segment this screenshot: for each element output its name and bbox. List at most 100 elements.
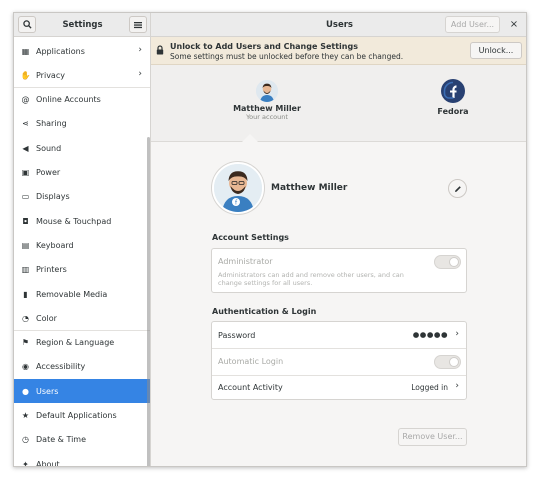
sidebar-item-region-language[interactable]: ⚑ Region & Language (14, 331, 150, 355)
account-activity-label: Account Activity (218, 383, 283, 392)
sidebar-item-label: Default Applications (36, 411, 117, 420)
sidebar-item-label: Mouse & Touchpad (36, 216, 112, 226)
sidebar-item-printers[interactable]: ▥ Printers (14, 258, 150, 282)
sidebar-item-label: Sharing (36, 119, 67, 129)
usb-icon: ▮ (23, 289, 28, 299)
sparkle-icon: ✦ (22, 459, 29, 467)
avatar-matthew[interactable]: f (212, 162, 264, 214)
hand-icon: ✋ (20, 70, 31, 80)
users-icon: ● (22, 386, 29, 396)
sidebar-title: Settings (62, 20, 103, 30)
chevron-right-icon: › (455, 381, 459, 391)
sidebar-header: Settings (14, 13, 151, 37)
user-carousel: Matthew Miller Your account Fedora (151, 65, 526, 142)
accessibility-icon: ◉ (22, 362, 29, 372)
settings-window: Settings Users Add User... × ▦ Applicatio… (13, 12, 527, 467)
account-activity-value: Logged in (411, 383, 448, 392)
pencil-icon (454, 185, 461, 192)
account-settings-card: Administrator Administrators can add and… (211, 248, 467, 293)
fedora-logo-icon (441, 79, 465, 103)
sidebar: ▦ Applications › ✋ Privacy › @ Online Accounts ⋖… (14, 37, 151, 467)
sidebar-item-online-accounts[interactable]: @ Online Accounts (14, 88, 150, 112)
sidebar-item-displays[interactable]: ▭ Displays (14, 185, 150, 209)
sidebar-scrollbar[interactable] (147, 137, 150, 466)
sidebar-item-label: Color (36, 313, 57, 323)
administrator-toggle[interactable] (434, 255, 461, 269)
unlock-button[interactable]: Unlock... (470, 42, 522, 59)
keyboard-icon: ▤ (21, 240, 30, 250)
sidebar-item-label: Removable Media (36, 289, 108, 299)
sidebar-item-label: Keyboard (36, 240, 74, 250)
automatic-login-label: Automatic Login (218, 357, 284, 366)
sidebar-item-label: Printers (36, 265, 67, 275)
sidebar-item-about[interactable]: ✦ About (14, 452, 150, 467)
battery-icon: ▣ (21, 168, 30, 177)
automatic-login-toggle[interactable] (434, 355, 461, 369)
auth-card: Password ●●●●● › Automatic Login Account… (211, 321, 467, 400)
banner-subtitle: Some settings must be unlocked before th… (170, 52, 404, 61)
banner-title: Unlock to Add Users and Change Settings (170, 42, 358, 51)
clock-icon: ◷ (22, 435, 29, 445)
sidebar-item-default-applications[interactable]: ★ Default Applications (14, 404, 150, 428)
administrator-row: Administrator Administrators can add and… (212, 249, 466, 293)
sidebar-item-mouse-touchpad[interactable]: ◘ Mouse & Touchpad (14, 209, 150, 233)
automatic-login-row: Automatic Login (212, 349, 466, 375)
account-name: Matthew Miller (271, 183, 348, 193)
add-user-button[interactable]: Add User... (445, 16, 500, 33)
password-label: Password (218, 331, 256, 340)
hamburger-menu-icon (134, 21, 142, 28)
sidebar-item-label: Online Accounts (36, 95, 101, 105)
chevron-right-icon: › (138, 45, 142, 55)
sidebar-item-label: Region & Language (36, 338, 115, 348)
chevron-right-icon: › (138, 69, 142, 80)
user-name: Matthew Miller (233, 104, 301, 113)
sidebar-item-label: Date & Time (36, 435, 87, 445)
sidebar-item-label: Displays (36, 192, 70, 202)
password-value: ●●●●● (412, 330, 448, 339)
search-button[interactable] (18, 16, 36, 33)
color-icon: ◔ (22, 313, 29, 323)
sidebar-item-label: Power (36, 168, 61, 177)
password-row[interactable]: Password ●●●●● › (212, 322, 466, 348)
grid-icon: ▦ (21, 46, 30, 56)
sidebar-item-date-time[interactable]: ◷ Date & Time (14, 428, 150, 452)
close-icon: × (509, 19, 519, 30)
chevron-right-icon: › (455, 329, 459, 339)
printer-icon: ▥ (21, 265, 30, 275)
sidebar-item-label: Privacy (36, 70, 65, 80)
sidebar-item-keyboard[interactable]: ▤ Keyboard (14, 233, 150, 257)
mouse-icon: ◘ (22, 216, 29, 226)
flag-icon: ⚑ (21, 338, 30, 348)
unlock-banner: Unlock to Add Users and Change Settings … (151, 37, 526, 65)
close-button[interactable]: × (506, 16, 522, 33)
edit-name-button[interactable] (448, 179, 467, 198)
sidebar-item-accessibility[interactable]: ◉ Accessibility (14, 355, 150, 379)
sidebar-item-users[interactable]: ● Users (14, 379, 150, 404)
sidebar-item-privacy[interactable]: ✋ Privacy › (14, 63, 150, 87)
user-tile-matthew[interactable]: Matthew Miller Your account (217, 65, 317, 121)
selection-caret (242, 134, 258, 142)
user-subtitle: Your account (246, 113, 288, 121)
user-name: Fedora (437, 107, 469, 116)
avatar-matthew-small (256, 80, 278, 102)
account-activity-row[interactable]: Account Activity Logged in › (212, 376, 466, 400)
sidebar-item-label: Sound (36, 143, 62, 153)
toggle-knob (449, 357, 459, 367)
star-icon: ★ (21, 411, 30, 420)
sidebar-item-applications[interactable]: ▦ Applications › (14, 39, 150, 63)
at-icon: @ (21, 95, 30, 105)
user-tile-fedora[interactable]: Fedora (403, 65, 503, 116)
remove-user-button[interactable]: Remove User... (398, 428, 467, 446)
sidebar-item-power[interactable]: ▣ Power (14, 161, 150, 185)
sidebar-item-color[interactable]: ◔ Color (14, 306, 150, 330)
toggle-knob (449, 257, 459, 267)
search-icon (22, 20, 32, 29)
sidebar-item-label: Accessibility (36, 362, 86, 372)
sidebar-item-sharing[interactable]: ⋖ Sharing (14, 112, 150, 136)
menu-button[interactable] (129, 16, 147, 33)
sidebar-item-removable-media[interactable]: ▮ Removable Media (14, 282, 150, 306)
lock-icon (156, 45, 164, 55)
sidebar-item-label: Users (36, 386, 59, 396)
sidebar-item-sound[interactable]: ◀ Sound (14, 136, 150, 160)
auth-section-title: Authentication & Login (212, 307, 317, 316)
